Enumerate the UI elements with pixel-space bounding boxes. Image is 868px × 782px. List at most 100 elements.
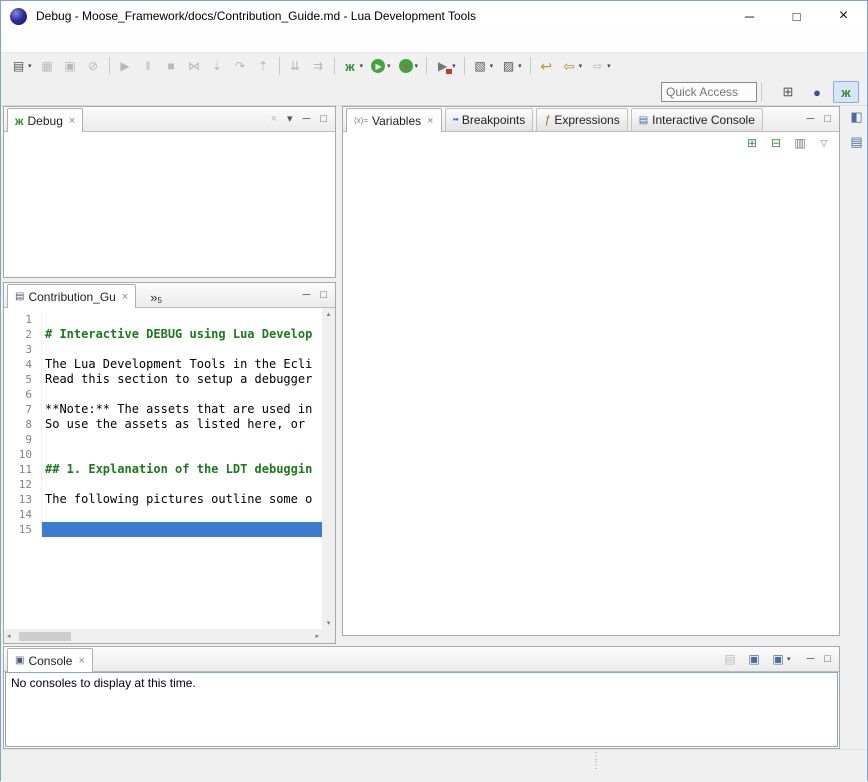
resize-grip-icon[interactable]: ⋮ ⋮ xyxy=(591,752,601,770)
scroll-up-icon[interactable]: ▴ xyxy=(327,310,331,318)
editor-vertical-scrollbar[interactable]: ▴ ▾ xyxy=(322,308,335,629)
tab-variables[interactable]: (x)= Variables × xyxy=(346,108,442,132)
open-wizard-button[interactable]: ▧▾ xyxy=(470,55,497,77)
dropdown-arrow-icon[interactable]: ▾ xyxy=(452,62,456,70)
line-number[interactable]: 14 xyxy=(4,507,42,522)
line-number[interactable]: 15 xyxy=(4,522,42,537)
show-logical-structure-button[interactable]: ⊞ xyxy=(745,136,759,150)
scroll-left-icon[interactable]: ◂ xyxy=(7,632,11,640)
tab-close-icon[interactable]: × xyxy=(122,291,128,303)
menu-search[interactable] xyxy=(51,39,67,45)
code-line[interactable]: 1 xyxy=(4,312,322,327)
tab-interactive-console[interactable]: ▤ Interactive Console xyxy=(631,108,763,131)
line-number[interactable]: 7 xyxy=(4,402,42,417)
line-number[interactable]: 10 xyxy=(4,447,42,462)
suspend-button[interactable]: ‖ xyxy=(138,55,159,77)
code-line[interactable]: 6 xyxy=(4,387,322,402)
line-number[interactable]: 12 xyxy=(4,477,42,492)
line-number[interactable]: 2 xyxy=(4,327,42,342)
minimize-view-icon[interactable]: ─ xyxy=(807,114,815,125)
step-into-button[interactable]: ⇣ xyxy=(207,55,228,77)
open-console-button[interactable]: ▣ xyxy=(747,652,761,666)
dropdown-arrow-icon[interactable]: ▾ xyxy=(579,62,583,70)
dropdown-arrow-icon[interactable]: ▾ xyxy=(415,62,419,70)
scrollbar-thumb[interactable] xyxy=(19,632,71,641)
menu-help[interactable] xyxy=(115,39,131,45)
window-maximize-button[interactable]: □ xyxy=(773,1,820,31)
maximize-view-icon[interactable]: □ xyxy=(320,114,327,125)
forward-button[interactable]: ⇨▾ xyxy=(587,55,614,77)
tab-debug[interactable]: ж Debug × xyxy=(7,108,83,132)
menu-project[interactable] xyxy=(67,39,83,45)
window-close-button[interactable]: × xyxy=(820,1,867,31)
minimize-view-icon[interactable]: ─ xyxy=(807,654,815,665)
run-button[interactable]: ▶▾ xyxy=(368,55,394,77)
dropdown-arrow-icon[interactable]: ▾ xyxy=(360,62,364,70)
view-menu-button[interactable]: ▽ xyxy=(817,138,831,149)
dropdown-arrow-icon[interactable]: ▾ xyxy=(490,62,494,70)
scroll-down-icon[interactable]: ▾ xyxy=(327,619,331,627)
menu-window[interactable] xyxy=(99,39,115,45)
back-button[interactable]: ⇦▾ xyxy=(559,55,586,77)
show-columns-button[interactable]: ▥ xyxy=(793,136,807,150)
tab-overflow-chevron[interactable]: » 5 xyxy=(150,290,162,307)
drop-to-frame-button[interactable]: ⇊ xyxy=(285,55,306,77)
code-line[interactable]: 2 # Interactive DEBUG using Lua Develop xyxy=(4,327,322,342)
quick-access-input[interactable] xyxy=(661,82,757,102)
menu-edit[interactable] xyxy=(19,39,35,45)
view-menu-icon[interactable]: ▾ xyxy=(287,114,293,125)
line-number[interactable]: 4 xyxy=(4,357,42,372)
dropdown-arrow-icon[interactable]: ▾ xyxy=(518,62,522,70)
terminate-button[interactable]: ■ xyxy=(161,55,182,77)
dropdown-arrow-icon[interactable]: ▾ xyxy=(387,62,391,70)
menu-run[interactable] xyxy=(83,39,99,45)
code-line[interactable]: 4 The Lua Development Tools in the Ecli xyxy=(4,357,322,372)
line-number[interactable]: 8 xyxy=(4,417,42,432)
restore-view-button[interactable]: ◧ xyxy=(847,107,867,126)
tab-editor-contribution-guide[interactable]: ▤ Contribution_Gu × xyxy=(7,284,136,308)
save-button[interactable]: ▦ xyxy=(37,55,58,77)
window-minimize-button[interactable]: ─ xyxy=(726,1,773,31)
code-line[interactable]: 9 xyxy=(4,432,322,447)
line-number[interactable]: 6 xyxy=(4,387,42,402)
scroll-right-icon[interactable]: ▸ xyxy=(315,632,319,640)
dropdown-arrow-icon[interactable]: ▾ xyxy=(607,62,611,70)
line-number[interactable]: 13 xyxy=(4,492,42,507)
tab-close-icon[interactable]: × xyxy=(69,115,75,127)
tab-breakpoints[interactable]: ●● Breakpoints xyxy=(445,108,534,131)
use-step-filters-button[interactable]: ⇉ xyxy=(308,55,329,77)
dropdown-arrow-icon[interactable]: ▾ xyxy=(787,655,791,663)
skip-all-breakpoints-button[interactable]: ⊘ xyxy=(83,55,104,77)
remove-all-terminated-button[interactable]: × xyxy=(271,114,277,125)
line-number[interactable]: 1 xyxy=(4,312,42,327)
new-button[interactable]: ▤▾ xyxy=(8,55,35,77)
step-return-button[interactable]: ⇡ xyxy=(253,55,274,77)
line-number[interactable]: 9 xyxy=(4,432,42,447)
tab-expressions[interactable]: ƒ Expressions xyxy=(536,108,628,131)
last-edit-location-button[interactable]: ↩ xyxy=(536,55,557,77)
code-line[interactable]: 11 ## 1. Explanation of the LDT debuggin xyxy=(4,462,322,477)
code-line[interactable]: 8 So use the assets as listed here, or xyxy=(4,417,322,432)
line-number[interactable]: 3 xyxy=(4,342,42,357)
tab-close-icon[interactable]: × xyxy=(78,655,84,667)
debug-button[interactable]: ж▾ xyxy=(340,55,367,77)
annotation-navigation-button[interactable]: ▨▾ xyxy=(498,55,525,77)
menu-file[interactable] xyxy=(3,39,19,45)
minimize-view-icon[interactable]: ─ xyxy=(303,290,311,301)
menu-navigate[interactable] xyxy=(35,39,51,45)
code-line[interactable]: 7 **Note:** The assets that are used in xyxy=(4,402,322,417)
minimize-view-icon[interactable]: ─ xyxy=(303,114,311,125)
ldt-perspective-button[interactable]: ● xyxy=(804,81,830,103)
resume-button[interactable]: ▶ xyxy=(115,55,136,77)
code-line[interactable]: 10 xyxy=(4,447,322,462)
collapse-all-button[interactable]: ⊟ xyxy=(769,136,783,150)
display-selected-console-button[interactable]: ▤ xyxy=(723,652,737,666)
code-line[interactable]: 12 xyxy=(4,477,322,492)
step-over-button[interactable]: ↷ xyxy=(230,55,251,77)
line-number[interactable]: 11 xyxy=(4,462,42,477)
debug-perspective-button[interactable]: ж xyxy=(833,81,859,103)
disconnect-button[interactable]: ⋈ xyxy=(184,55,205,77)
code-line[interactable]: 13 The following pictures outline some o xyxy=(4,492,322,507)
new-console-button[interactable]: ▣▾ xyxy=(771,652,791,666)
maximize-view-icon[interactable]: □ xyxy=(320,290,327,301)
